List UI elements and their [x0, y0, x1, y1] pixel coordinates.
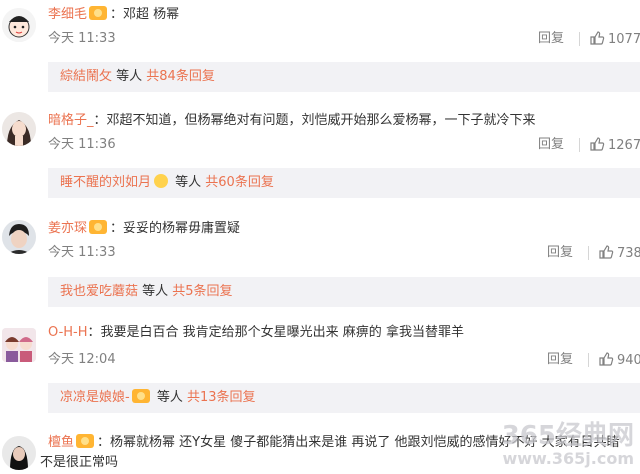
- comment-text: 妥妥的杨幂毋庸置疑: [123, 221, 241, 236]
- avatar-photo-icon: [2, 112, 36, 146]
- like-button[interactable]: 738: [598, 244, 640, 263]
- avatar-photo-icon: [2, 220, 36, 254]
- like-count: 1267: [608, 138, 640, 153]
- comment-line: 姜亦琛 ：妥妥的杨幂毋庸置疑: [48, 220, 241, 236]
- sub-reply-user[interactable]: 睡不醒的刘如月: [60, 175, 151, 190]
- reply-button[interactable]: 回复: [538, 136, 564, 154]
- site-watermark: 365经典网 www.365j.com: [501, 421, 634, 468]
- like-button[interactable]: 940: [598, 351, 640, 370]
- sub-replies-box[interactable]: 凉凉是娘娘- 等人 共13条回复: [48, 383, 640, 413]
- like-count: 1077: [608, 32, 640, 47]
- comment-text-continued: 不是很正常吗: [40, 455, 119, 470]
- avatar[interactable]: [2, 112, 36, 146]
- comment-line: O-H-H：我要是白百合 我肯定给那个女星曝光出来 麻痹的 拿我当替罪羊: [48, 325, 464, 340]
- avatar-photo-icon: [2, 436, 36, 470]
- comment-text: 邓超不知道，但杨幂绝对有问题，刘恺威开始那么爱杨幂，一下子就冷下来: [106, 113, 536, 128]
- username-link[interactable]: O-H-H: [48, 325, 88, 340]
- comment-time: 今天 12:04: [48, 352, 116, 367]
- comment-time: 今天 11:33: [48, 31, 116, 46]
- comment-text: 我要是白百合 我肯定给那个女星曝光出来 麻痹的 拿我当替罪羊: [100, 325, 464, 340]
- divider: [579, 138, 580, 152]
- reply-button[interactable]: 回复: [538, 30, 564, 48]
- vip-badge-icon: [89, 6, 108, 20]
- sub-reply-user[interactable]: 我也爱吃蘑菇: [60, 284, 138, 299]
- reply-count-link[interactable]: 共5条回复: [172, 284, 232, 299]
- avatar[interactable]: [2, 436, 36, 470]
- like-count: 738: [617, 246, 640, 261]
- avatar[interactable]: [2, 8, 36, 42]
- username-link[interactable]: 姜亦琛: [48, 221, 87, 236]
- emoji-icon: [154, 174, 169, 188]
- thumbs-up-icon: [599, 352, 614, 366]
- divider: [588, 246, 589, 260]
- like-button[interactable]: 1077: [589, 30, 640, 49]
- avatar-cartoon-icon: [2, 328, 36, 362]
- sub-replies-box[interactable]: 睡不醒的刘如月 等人 共60条回复: [48, 168, 640, 198]
- avatar[interactable]: [2, 220, 36, 254]
- comment-time: 今天 11:36: [48, 137, 116, 152]
- sub-reply-user[interactable]: 綜結鬧攵: [60, 69, 112, 84]
- reply-count-link[interactable]: 共13条回复: [187, 390, 256, 405]
- divider: [588, 353, 589, 367]
- username-link[interactable]: 檀鱼: [48, 435, 74, 450]
- sub-replies-box[interactable]: 我也爱吃蘑菇 等人 共5条回复: [48, 277, 640, 307]
- reply-count-link[interactable]: 共60条回复: [205, 175, 274, 190]
- comment-text: 邓超 杨幂: [123, 7, 180, 22]
- reply-button[interactable]: 回复: [547, 351, 573, 369]
- comment-time: 今天 11:33: [48, 245, 116, 260]
- vip-badge-icon: [131, 389, 150, 403]
- vip-badge-icon: [89, 220, 108, 234]
- thumbs-up-icon: [599, 245, 614, 259]
- avatar-cartoon-icon: [2, 8, 36, 42]
- sub-reply-user[interactable]: 凉凉是娘娘-: [60, 390, 130, 405]
- like-button[interactable]: 1267: [589, 136, 640, 155]
- like-count: 940: [617, 353, 640, 368]
- vip-badge-icon: [76, 434, 95, 448]
- sub-replies-box[interactable]: 綜結鬧攵 等人 共84条回复: [48, 62, 640, 92]
- username-link[interactable]: 暗格子_: [48, 113, 94, 128]
- avatar[interactable]: [2, 328, 36, 362]
- thumbs-up-icon: [590, 31, 605, 45]
- comment-line: 暗格子_：邓超不知道，但杨幂绝对有问题，刘恺威开始那么爱杨幂，一下子就冷下来: [48, 113, 536, 128]
- reply-count-link[interactable]: 共84条回复: [146, 69, 215, 84]
- reply-button[interactable]: 回复: [547, 244, 573, 262]
- divider: [579, 32, 580, 46]
- username-link[interactable]: 李细毛: [48, 7, 87, 22]
- comment-line: 李细毛 ：邓超 杨幂: [48, 6, 180, 22]
- thumbs-up-icon: [590, 137, 605, 151]
